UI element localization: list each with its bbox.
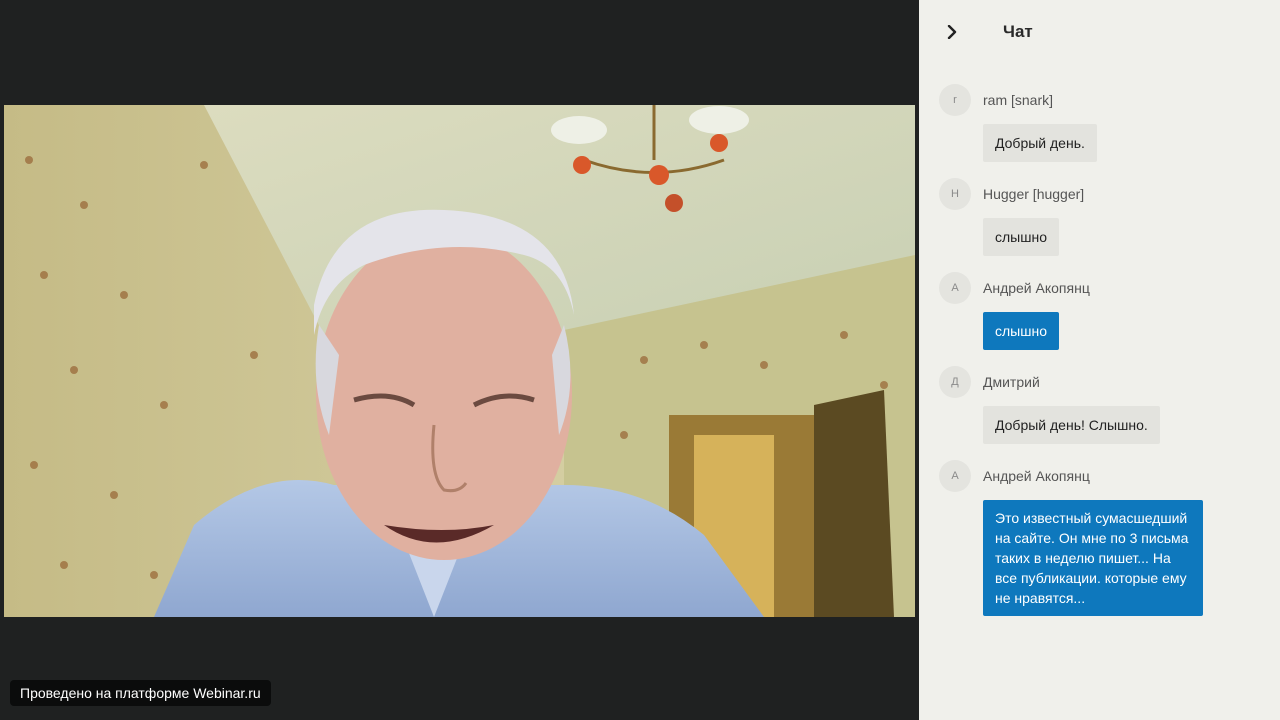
message-author: Hugger [hugger] xyxy=(983,186,1085,202)
avatar[interactable]: Д xyxy=(939,366,971,398)
message-text: Это известный сумасшедший на сайте. Он м… xyxy=(983,500,1203,616)
chevron-right-icon xyxy=(947,25,957,39)
chat-title: Чат xyxy=(1003,22,1033,41)
collapse-chat-button[interactable] xyxy=(941,20,963,44)
message-text: слышно xyxy=(983,218,1059,256)
webcam-video[interactable] xyxy=(4,105,915,617)
chat-header: Чат xyxy=(919,0,1280,64)
avatar[interactable]: r xyxy=(939,84,971,116)
message-author: Дмитрий xyxy=(983,374,1040,390)
avatar[interactable]: H xyxy=(939,178,971,210)
webcam-frame-illustration xyxy=(4,105,915,617)
avatar[interactable]: А xyxy=(939,272,971,304)
message-author: Андрей Акопянц xyxy=(983,468,1090,484)
message-author: ram [snark] xyxy=(983,92,1054,108)
video-stage: Проведено на платформе Webinar.ru xyxy=(0,0,919,720)
platform-badge: Проведено на платформе Webinar.ru xyxy=(10,680,271,706)
message-text: слышно xyxy=(983,312,1059,350)
chat-panel: Чат r ram [snark] Добрый день. H Hugger … xyxy=(919,0,1280,720)
avatar[interactable]: А xyxy=(939,460,971,492)
message-author: Андрей Акопянц xyxy=(983,280,1090,296)
message-text: Добрый день. xyxy=(983,124,1097,162)
message-text: Добрый день! Слышно. xyxy=(983,406,1160,444)
